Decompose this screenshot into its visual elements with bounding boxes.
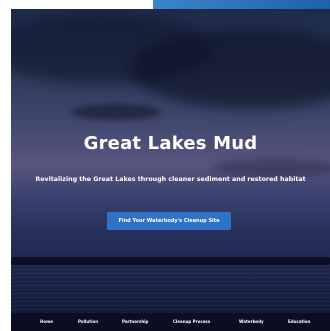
nav-item-education[interactable]: Education [288, 313, 310, 331]
nav-item-pollution[interactable]: Pollution [78, 313, 98, 331]
distant-treeline [11, 257, 330, 265]
hero-subtitle: Revitalizing the Great Lakes through cle… [35, 176, 306, 183]
find-cleanup-site-button[interactable]: Find Your Waterbody's Cleanup Site [107, 212, 231, 230]
nav-item-waterbody[interactable]: Waterbody [239, 313, 264, 331]
nav-item-cleanup-process[interactable]: Cleanup Process [173, 313, 210, 331]
nav-item-home[interactable]: Home [40, 313, 53, 331]
cloud-shape [211, 159, 330, 177]
hero-title: Great Lakes Mud [83, 133, 258, 154]
water-reflection [11, 265, 330, 320]
page: Great Lakes Mud Revitalizing the Great L… [0, 0, 330, 331]
main-navigation: Home Pollution Partnership Cleanup Proce… [11, 313, 330, 331]
cloud-shape [71, 104, 161, 120]
hero-banner: Great Lakes Mud Revitalizing the Great L… [11, 9, 330, 320]
nav-item-partnership[interactable]: Partnership [122, 313, 148, 331]
